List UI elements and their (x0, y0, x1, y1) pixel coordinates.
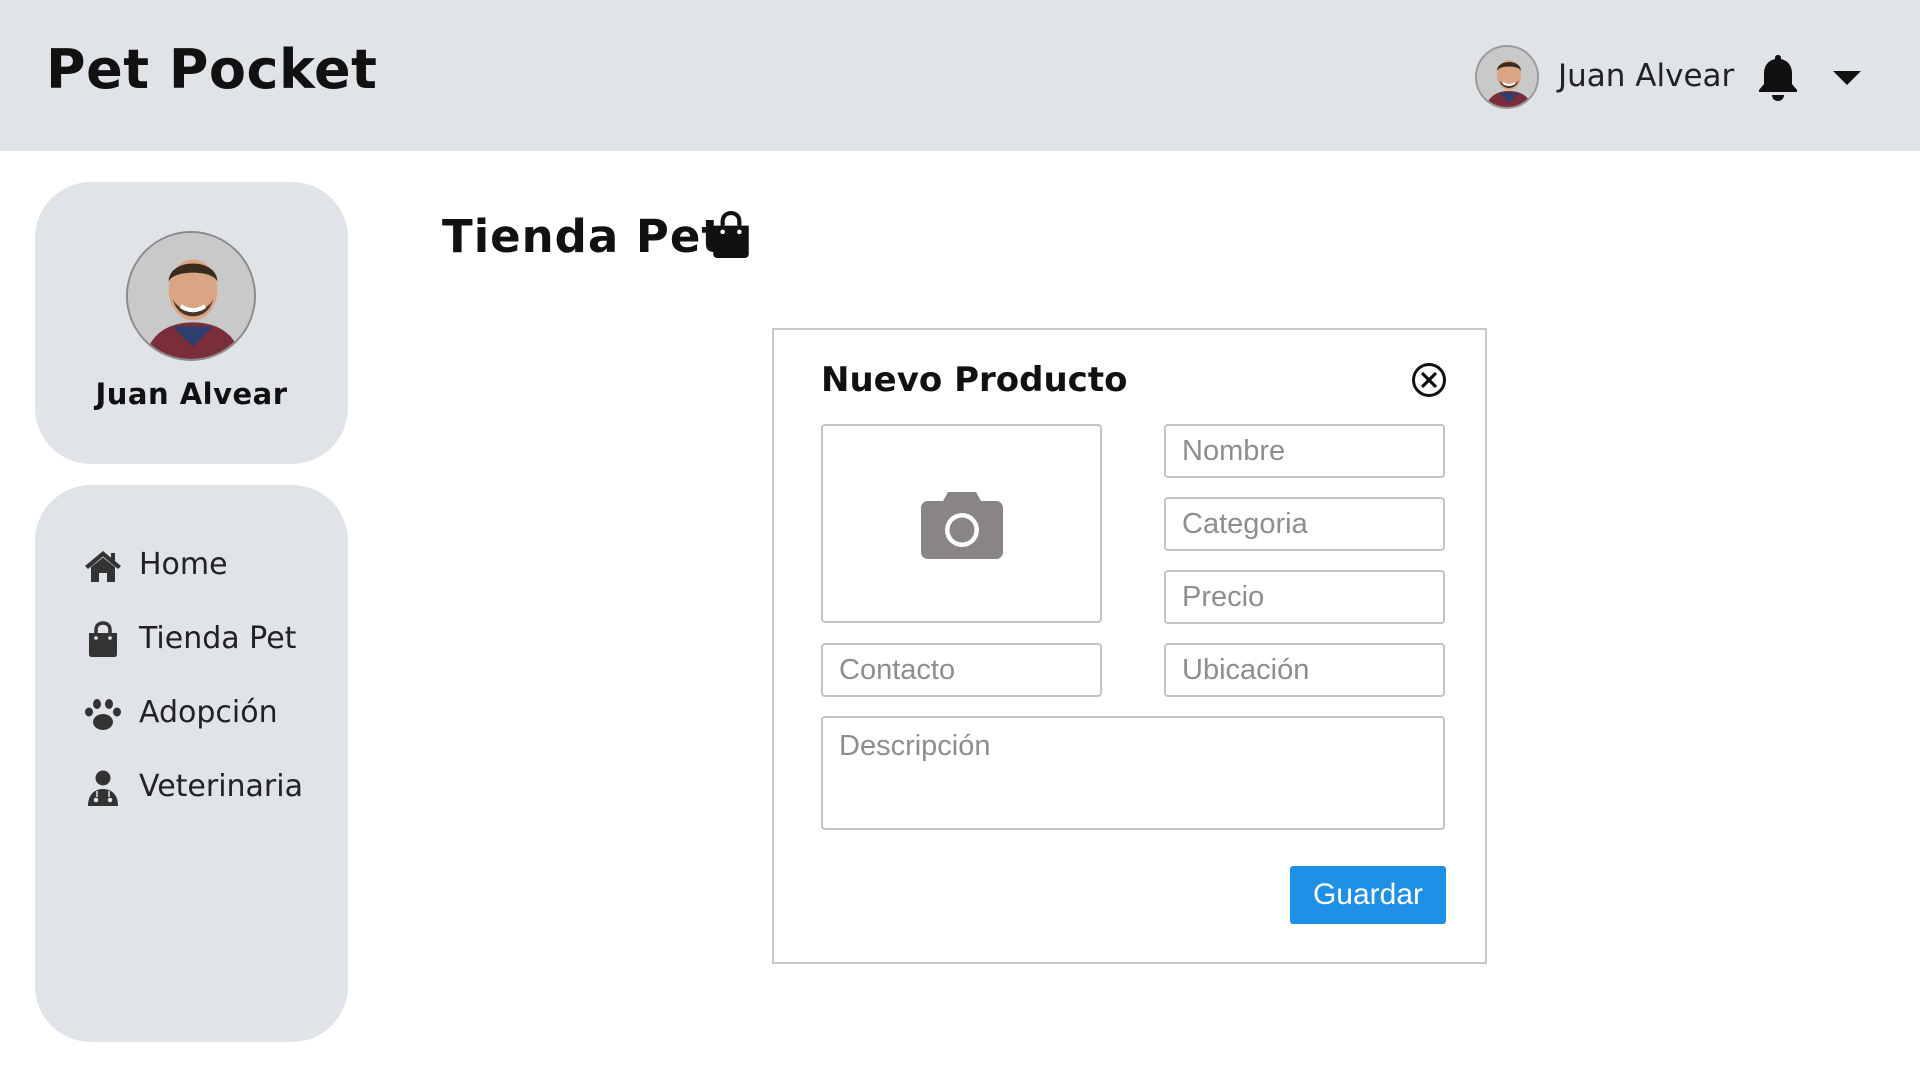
contacto-field[interactable] (821, 643, 1102, 697)
paw-icon (85, 699, 121, 730)
sidebar-item-veterinaria[interactable]: Veterinaria (35, 757, 348, 817)
bell-icon[interactable] (1756, 52, 1800, 102)
ubicacion-field[interactable] (1164, 643, 1445, 697)
new-product-modal: Nuevo Producto Guardar (772, 328, 1487, 964)
page-title: Tienda Pet (442, 210, 724, 263)
shopping-bag-icon (89, 621, 117, 657)
top-header: Pet Pocket Juan Alvear (0, 0, 1920, 151)
caret-down-icon[interactable] (1831, 68, 1863, 88)
profile-name: Juan Alvear (95, 377, 288, 411)
nombre-field[interactable] (1164, 424, 1445, 478)
image-upload-area[interactable] (821, 424, 1102, 623)
sidebar-item-adopcion[interactable]: Adopción (35, 683, 348, 743)
sidebar-item-label: Veterinaria (139, 769, 303, 804)
sidebar-nav: Home Tienda Pet Adopción Veterinaria (35, 485, 348, 1042)
sidebar-item-label: Adopción (139, 695, 278, 730)
sidebar-item-tienda-pet[interactable]: Tienda Pet (35, 609, 348, 669)
header-avatar[interactable] (1475, 45, 1539, 109)
save-button[interactable]: Guardar (1290, 866, 1446, 924)
sidebar-item-label: Tienda Pet (139, 621, 297, 656)
descripcion-field[interactable] (821, 716, 1445, 830)
profile-avatar[interactable] (126, 231, 256, 361)
modal-title: Nuevo Producto (821, 360, 1128, 400)
avatar-photo-icon (1477, 47, 1537, 107)
avatar-photo-icon (128, 233, 254, 359)
close-circle-icon[interactable] (1410, 361, 1448, 399)
app-title: Pet Pocket (46, 38, 378, 101)
precio-field[interactable] (1164, 570, 1445, 624)
sidebar-item-home[interactable]: Home (35, 535, 348, 595)
camera-icon (921, 492, 1003, 559)
profile-card: Juan Alvear (35, 182, 348, 464)
sidebar-item-label: Home (139, 547, 228, 582)
categoria-field[interactable] (1164, 497, 1445, 551)
shopping-bag-icon (713, 211, 749, 258)
doctor-icon (88, 770, 118, 806)
home-icon (85, 551, 121, 582)
header-user-name[interactable]: Juan Alvear (1558, 58, 1734, 94)
